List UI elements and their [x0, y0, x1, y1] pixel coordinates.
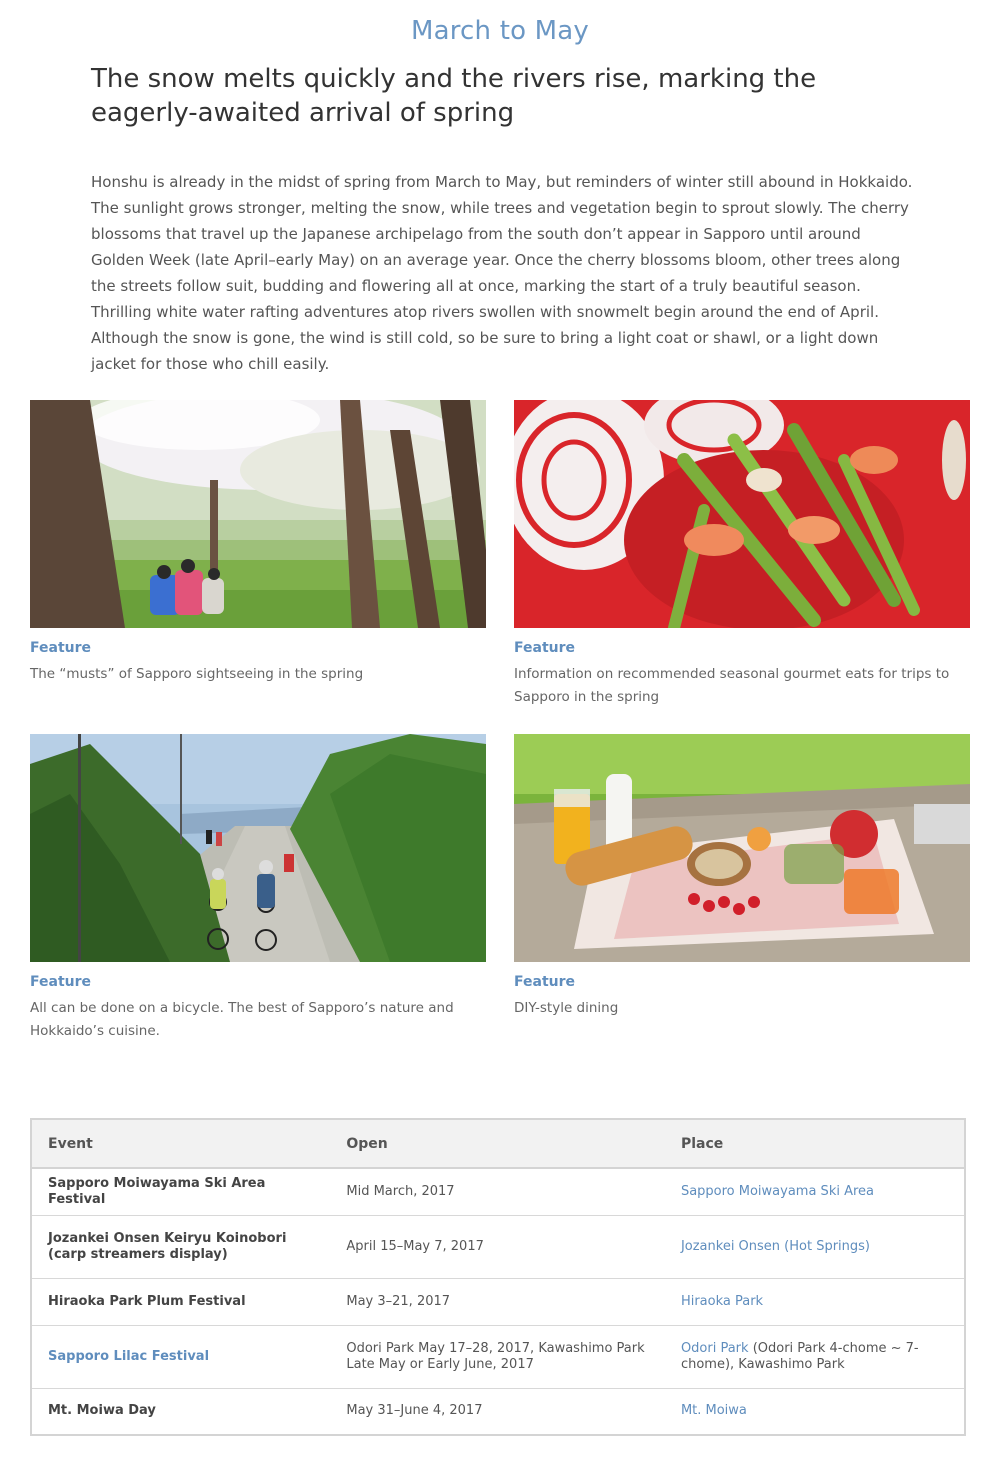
event-place: Jozankei Onsen (Hot Springs): [664, 1214, 965, 1278]
event-open-dates: April 15–May 7, 2017: [330, 1214, 665, 1278]
table-row: Sapporo Moiwayama Ski Area Festival Mid …: [31, 1167, 965, 1215]
event-name: Hiraoka Park Plum Festival: [31, 1277, 331, 1325]
table-row: Mt. Moiwa Day May 31–June 4, 2017 Mt. Mo…: [31, 1387, 965, 1435]
cyclists-on-road-photo[interactable]: [30, 734, 486, 962]
table-row: Jozankei Onsen Keiryu Koinobori (carp st…: [31, 1214, 965, 1278]
event-name: Mt. Moiwa Day: [31, 1387, 331, 1435]
feature-tag[interactable]: Feature: [30, 973, 486, 991]
event-name-link[interactable]: Sapporo Lilac Festival: [31, 1324, 331, 1388]
intro-paragraph: Honshu is already in the midst of spring…: [91, 173, 913, 373]
asparagus-shrimp-dish-photo[interactable]: [514, 400, 970, 628]
event-place: Mt. Moiwa: [664, 1387, 965, 1435]
event-name: Sapporo Moiwayama Ski Area Festival: [31, 1167, 331, 1215]
feature-card-diy-dining[interactable]: Feature DIY-style dining: [514, 734, 970, 1020]
feature-card-gourmet[interactable]: Feature Information on recommended seaso…: [514, 400, 970, 709]
feature-description[interactable]: All can be done on a bicycle. The best o…: [30, 997, 486, 1043]
column-header-event: Event: [31, 1119, 331, 1169]
event-open-dates: May 3–21, 2017: [330, 1277, 665, 1325]
table-row: Hiraoka Park Plum Festival May 3–21, 201…: [31, 1277, 965, 1325]
events-table: Event Open Place Sapporo Moiwayama Ski A…: [30, 1118, 966, 1436]
column-header-place: Place: [664, 1119, 965, 1169]
event-place: Odori Park (Odori Park 4-chome ~ 7-chome…: [664, 1324, 965, 1388]
event-open-dates: Odori Park May 17–28, 2017, Kawashimo Pa…: [330, 1324, 665, 1388]
feature-tag[interactable]: Feature: [30, 639, 486, 657]
feature-tag[interactable]: Feature: [514, 639, 970, 657]
place-link[interactable]: Odori Park: [681, 1341, 749, 1356]
event-open-dates: Mid March, 2017: [330, 1167, 665, 1215]
page-headline: The snow melts quickly and the rivers ri…: [91, 64, 817, 128]
place-link[interactable]: Mt. Moiwa: [681, 1403, 747, 1418]
table-header-row: Event Open Place: [31, 1119, 965, 1169]
place-link[interactable]: Sapporo Moiwayama Ski Area: [681, 1184, 874, 1199]
picnic-table-food-photo[interactable]: [514, 734, 970, 962]
place-link[interactable]: Hiraoka Park: [681, 1294, 763, 1309]
place-link[interactable]: Jozankei Onsen (Hot Springs): [681, 1239, 870, 1254]
cherry-blossom-picnic-photo[interactable]: [30, 400, 486, 628]
feature-tag[interactable]: Feature: [514, 973, 970, 991]
feature-card-bicycle[interactable]: Feature All can be done on a bicycle. Th…: [30, 734, 486, 1043]
event-place: Hiraoka Park: [664, 1277, 965, 1325]
feature-description[interactable]: The “musts” of Sapporo sightseeing in th…: [30, 663, 486, 686]
table-row: Sapporo Lilac Festival Odori Park May 17…: [31, 1324, 965, 1388]
feature-card-sightseeing[interactable]: Feature The “musts” of Sapporo sightseei…: [30, 400, 486, 686]
season-title: March to May: [410, 16, 590, 46]
event-open-dates: May 31–June 4, 2017: [330, 1387, 665, 1435]
feature-description[interactable]: Information on recommended seasonal gour…: [514, 663, 970, 709]
feature-description[interactable]: DIY-style dining: [514, 997, 970, 1020]
event-place: Sapporo Moiwayama Ski Area: [664, 1167, 965, 1215]
column-header-open: Open: [330, 1119, 665, 1169]
event-name: Jozankei Onsen Keiryu Koinobori (carp st…: [31, 1214, 331, 1278]
